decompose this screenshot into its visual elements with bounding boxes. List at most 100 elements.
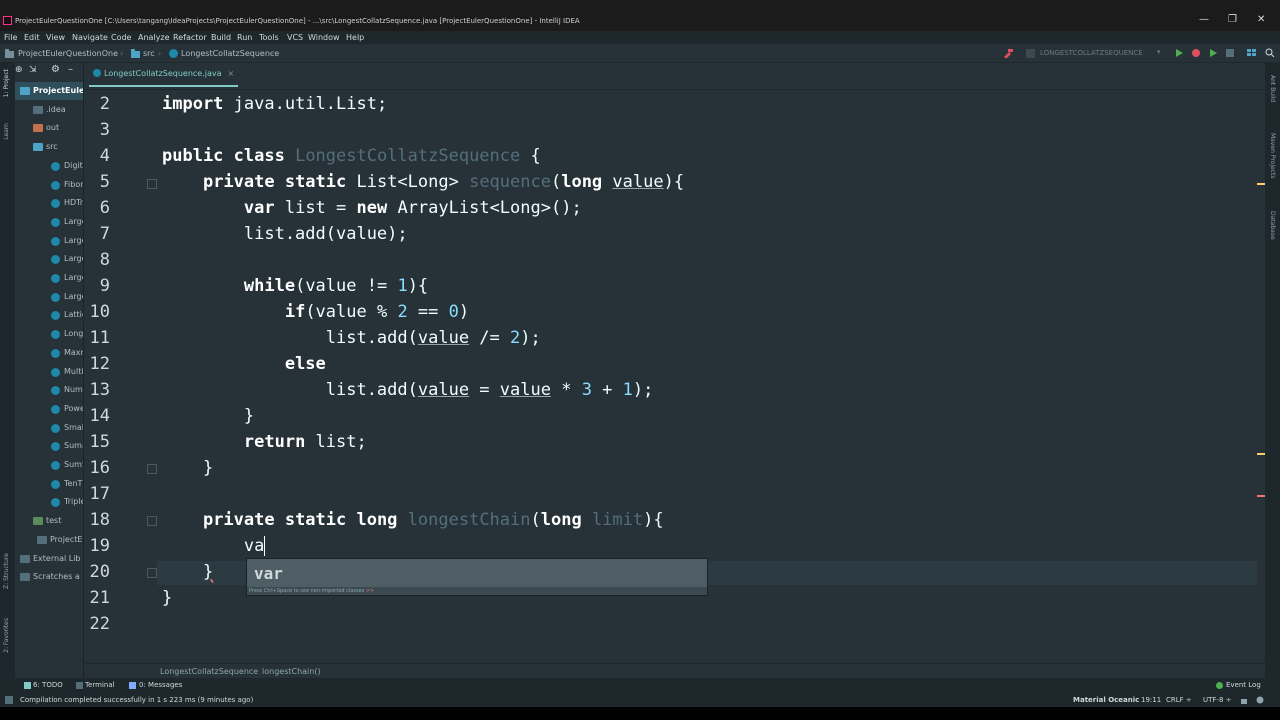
menu-run[interactable]: Run (237, 33, 252, 42)
tree-item[interactable]: Longe (15, 325, 83, 343)
editor-tab-active[interactable]: LongestCollatzSequence.java × (89, 69, 239, 87)
tree-item[interactable]: Small (15, 419, 83, 437)
tree-item[interactable]: Large (15, 213, 83, 231)
lock-icon[interactable] (1240, 696, 1248, 704)
tool-maven-tab[interactable]: Maven Projects (1269, 133, 1276, 178)
hide-panel-icon[interactable]: – (68, 64, 73, 75)
tree-item-label: Large (64, 254, 83, 264)
tree-item[interactable]: SumS (15, 456, 83, 474)
autocomplete-item[interactable]: var (247, 559, 707, 587)
globe-icon[interactable]: ⊕ (15, 65, 23, 75)
code-line: list.add(value /= 2); (162, 328, 541, 348)
minimize-button[interactable]: — (1199, 14, 1209, 25)
line-number: 6 (99, 198, 110, 218)
debug-icon[interactable] (1191, 48, 1201, 58)
tool-project-tab[interactable]: 1: Project (3, 69, 10, 97)
tree-item[interactable]: Lattic (15, 306, 83, 324)
code-line: } (162, 458, 214, 478)
menu-refactor[interactable]: Refactor (173, 33, 207, 42)
close-window-button[interactable]: ✕ (1257, 14, 1265, 25)
project-structure-icon[interactable] (1247, 48, 1257, 58)
terminal-tab[interactable]: Terminal (85, 681, 115, 689)
tree-item[interactable]: Suma (15, 437, 83, 455)
tool-ant-build-tab[interactable]: Ant Build (1269, 75, 1276, 102)
tree-item[interactable]: Scratches a (15, 568, 83, 586)
code-line: private static long longestChain(long li… (202, 510, 664, 530)
breadcrumb-method[interactable]: longestChain() (262, 667, 321, 676)
line-number: 3 (99, 120, 110, 140)
maximize-button[interactable]: ❐ (1228, 14, 1237, 25)
tool-database-tab[interactable]: Database (1269, 211, 1276, 240)
tree-item[interactable]: Triple (15, 493, 83, 511)
tree-item[interactable]: Large (15, 269, 83, 287)
menu-view[interactable]: View (46, 33, 65, 42)
tree-item[interactable]: out (15, 119, 83, 137)
gear-icon[interactable]: ⚙ (51, 64, 60, 75)
tree-item[interactable]: HDTr (15, 194, 83, 212)
hammer-icon[interactable] (1003, 48, 1013, 58)
folder-icon (131, 49, 140, 58)
menu-window[interactable]: Window (308, 33, 340, 42)
breadcrumb-class[interactable]: LongestCollatzSequence (160, 667, 258, 676)
menu-tools[interactable]: Tools (259, 33, 279, 42)
tree-item[interactable]: ProjectEuler (15, 82, 83, 100)
menu-edit[interactable]: Edit (24, 33, 40, 42)
fold-toggle[interactable] (147, 464, 157, 474)
tree-item[interactable]: src (15, 138, 83, 156)
menu-navigate[interactable]: Navigate (72, 33, 108, 42)
fold-toggle[interactable] (147, 568, 157, 578)
tree-item[interactable]: Powe (15, 400, 83, 418)
tree-item[interactable]: .idea (15, 101, 83, 119)
tree-item[interactable]: External Lib (15, 550, 83, 568)
line-separator[interactable]: CRLF ÷ (1166, 696, 1192, 704)
nav-file[interactable]: LongestCollatzSequence (181, 49, 279, 58)
tree-item[interactable]: DigitF (15, 157, 83, 175)
code-line: import java.util.List; (162, 94, 388, 114)
tree-item[interactable]: TenTh (15, 475, 83, 493)
menu-vcs[interactable]: VCS (287, 33, 303, 42)
run-coverage-icon[interactable] (1208, 48, 1218, 58)
collapse-icon[interactable]: ⇲ (29, 65, 37, 75)
nav-src[interactable]: src (143, 49, 155, 58)
menu-file[interactable]: File (4, 33, 17, 42)
messages-tab[interactable]: 0: Messages (139, 681, 182, 689)
run-configuration-select[interactable]: LONGESTCOLLATZSEQUENCE ▾ (1024, 48, 1164, 60)
run-icon[interactable] (1174, 48, 1184, 58)
tree-item[interactable]: Large (15, 288, 83, 306)
menu-code[interactable]: Code (111, 33, 131, 42)
inspector-icon[interactable] (1256, 696, 1264, 704)
stop-icon[interactable] (1225, 48, 1235, 58)
tree-item[interactable]: Maxm (15, 344, 83, 362)
fold-toggle[interactable] (147, 516, 157, 526)
tree-item[interactable]: Fibon (15, 176, 83, 194)
tree-item[interactable]: Large (15, 250, 83, 268)
tree-item[interactable]: Multi (15, 363, 83, 381)
nav-project[interactable]: ProjectEulerQuestionOne (18, 49, 118, 58)
tree-item[interactable]: ProjectE (15, 531, 83, 549)
close-tab-icon[interactable]: × (228, 69, 235, 78)
file-encoding[interactable]: UTF-8 ÷ (1203, 696, 1232, 704)
menu-build[interactable]: Build (211, 33, 231, 42)
tool-windows-bar: 6: TODO Terminal 0: Messages Event Log (0, 678, 1280, 693)
tree-item[interactable]: test (15, 512, 83, 530)
tree-item[interactable]: Numl (15, 381, 83, 399)
menu-analyze[interactable]: Analyze (138, 33, 170, 42)
code-line: } (162, 588, 173, 608)
scroll-marker[interactable] (1257, 183, 1265, 185)
autocomplete-hint-link[interactable]: >> (366, 588, 374, 594)
event-log-tab[interactable]: Event Log (1226, 681, 1261, 689)
tool-learn-tab[interactable]: Learn (3, 123, 10, 140)
tool-structure-tab[interactable]: Z: Structure (3, 553, 10, 589)
class-icon (51, 199, 60, 209)
status-message[interactable]: Compilation completed successfully in 1 … (20, 696, 253, 704)
scroll-marker[interactable] (1257, 453, 1265, 455)
todo-tab[interactable]: 6: TODO (33, 681, 63, 689)
theme-indicator[interactable]: Material Oceanic (1073, 696, 1139, 704)
tree-item[interactable]: Large (15, 232, 83, 250)
fold-toggle[interactable] (147, 179, 157, 189)
scroll-marker[interactable] (1257, 495, 1265, 497)
search-icon[interactable] (1265, 48, 1275, 58)
tool-favorites-tab[interactable]: 2: Favorites (3, 618, 10, 653)
caret-position[interactable]: 19:11 (1141, 696, 1161, 704)
menu-help[interactable]: Help (346, 33, 364, 42)
